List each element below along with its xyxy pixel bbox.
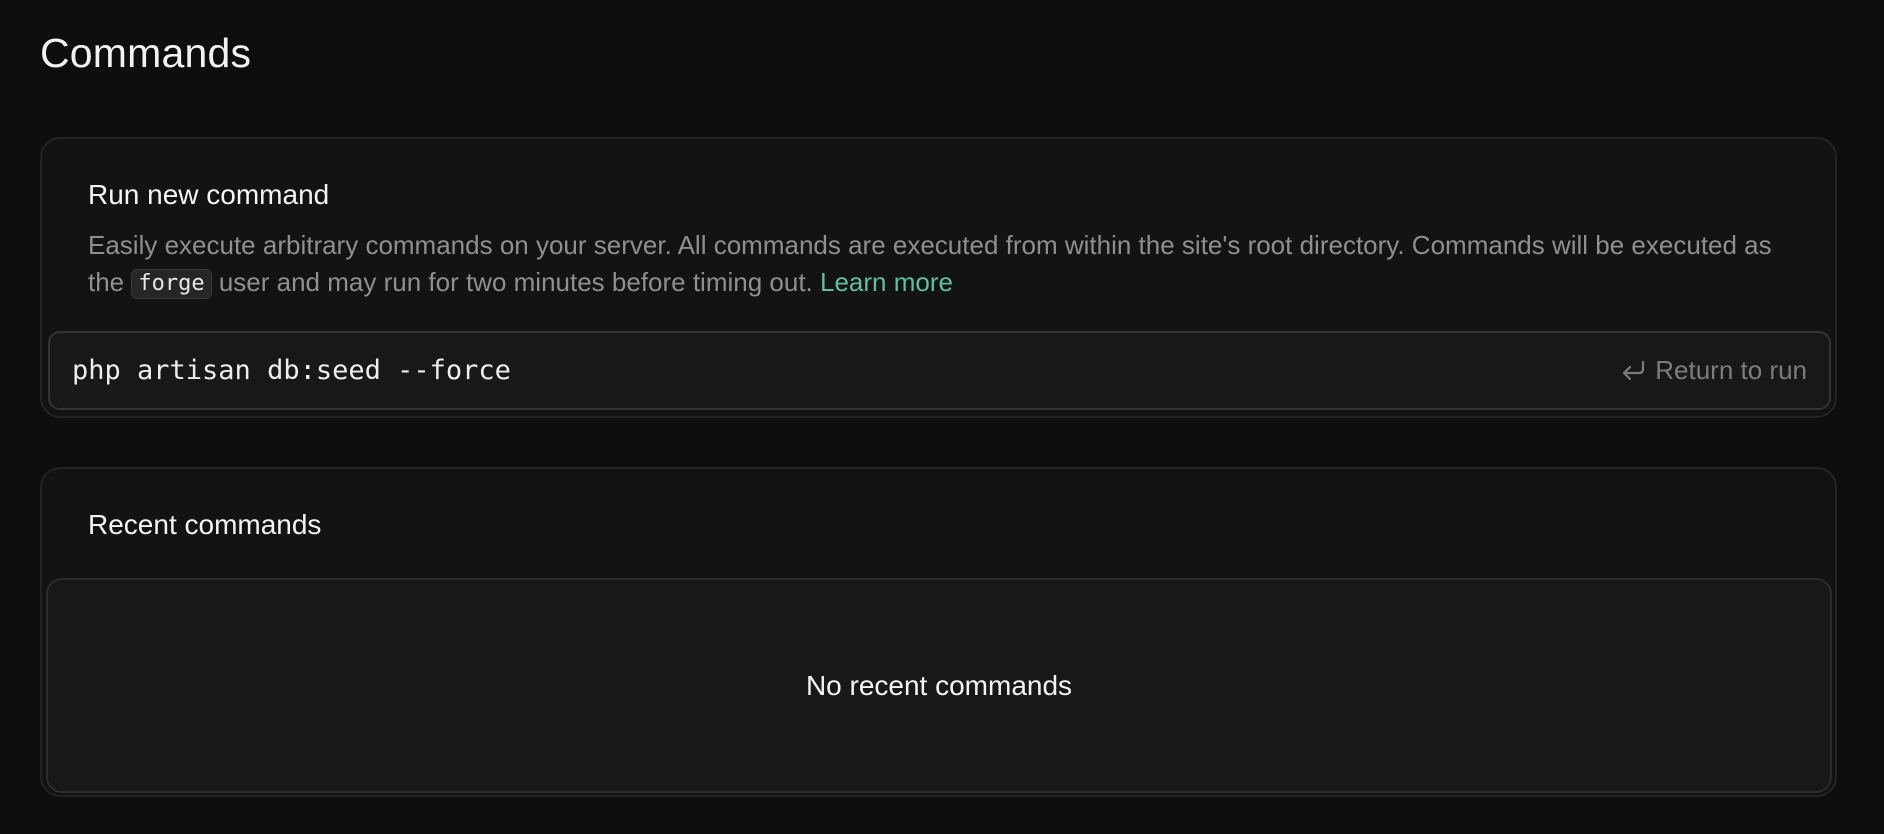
description-text-end: user and may run for two minutes before … (211, 267, 821, 297)
commands-page: Commands Run new command Easily execute … (0, 0, 1884, 834)
command-input-box[interactable]: Return to run (48, 331, 1831, 410)
user-code-chip: forge (131, 269, 212, 299)
return-arrow-icon (1621, 359, 1647, 383)
recent-commands-empty-state: No recent commands (46, 578, 1832, 793)
run-command-description: Easily execute arbitrary commands on you… (88, 227, 1788, 301)
run-command-heading: Run new command (88, 179, 330, 210)
recent-commands-heading: Recent commands (88, 509, 322, 540)
run-command-card: Run new command Easily execute arbitrary… (40, 137, 1837, 418)
command-input[interactable] (72, 355, 1622, 386)
page-title: Commands (40, 30, 252, 76)
empty-state-message: No recent commands (805, 669, 1073, 701)
recent-commands-card: Recent commands No recent commands (40, 467, 1837, 797)
return-to-run-label: Return to run (1655, 355, 1807, 385)
learn-more-link[interactable]: Learn more (820, 267, 953, 297)
return-to-run-hint: Return to run (1621, 355, 1807, 386)
